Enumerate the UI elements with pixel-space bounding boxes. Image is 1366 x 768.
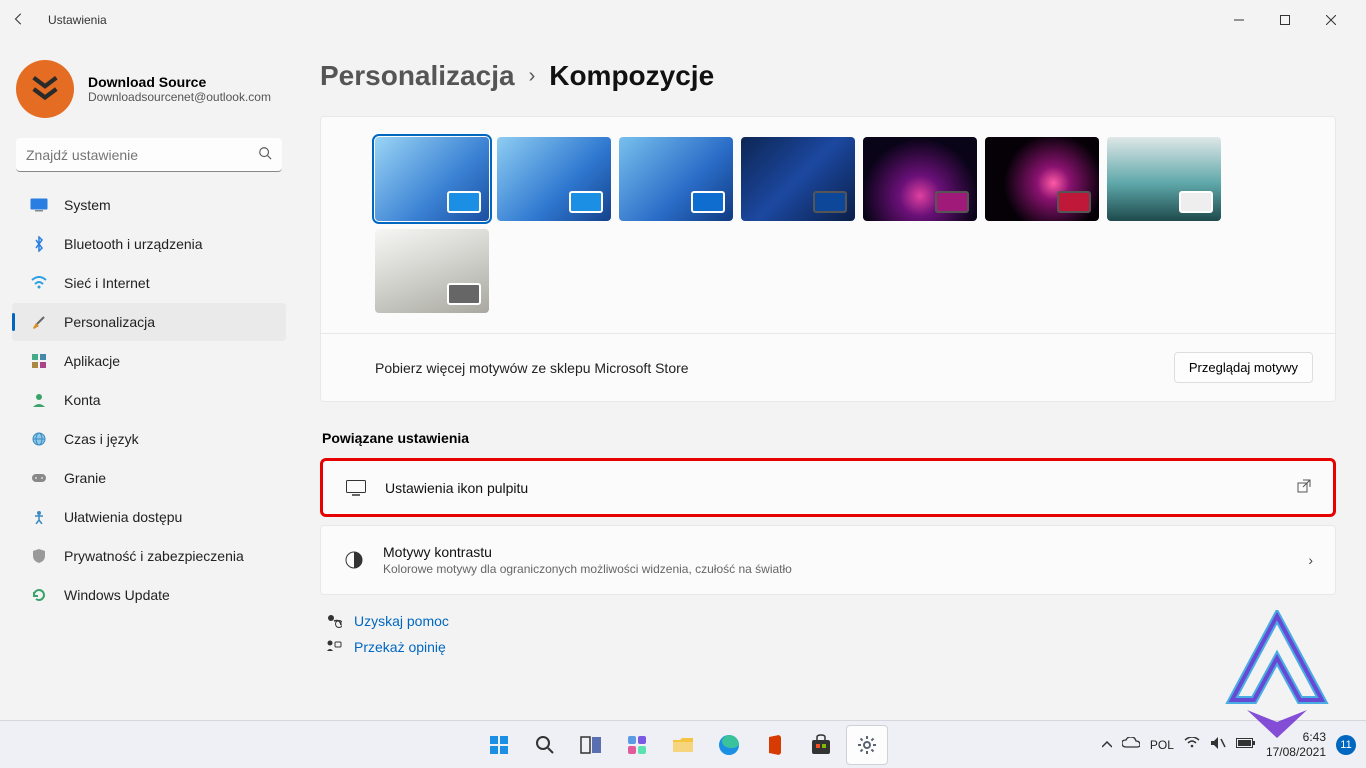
contrast-icon [343, 551, 365, 569]
bluetooth-icon [28, 235, 50, 253]
row-title: Ustawienia ikon pulpitu [385, 480, 1297, 496]
theme-option[interactable] [741, 137, 855, 221]
theme-grid [321, 117, 1335, 334]
system-tray[interactable]: POL 6:43 17/08/2021 11 [1102, 730, 1356, 759]
onedrive-icon[interactable] [1122, 737, 1140, 752]
window-controls [1216, 4, 1354, 36]
row-desc: Kolorowe motywy dla ograniczonych możliw… [383, 562, 1308, 576]
breadcrumb-parent[interactable]: Personalizacja [320, 60, 515, 92]
tray-chevron-icon[interactable] [1102, 738, 1112, 752]
nav-list: System Bluetooth i urządzenia Sieć i Int… [8, 186, 290, 614]
account-email: Downloadsourcenet@outlook.com [88, 90, 271, 104]
nav-windows-update[interactable]: Windows Update [12, 576, 286, 614]
theme-option[interactable] [375, 137, 489, 221]
theme-option[interactable] [497, 137, 611, 221]
accessibility-icon [28, 508, 50, 526]
nav-accessibility[interactable]: Ułatwienia dostępu [12, 498, 286, 536]
theme-option[interactable] [619, 137, 733, 221]
search-input[interactable] [16, 138, 282, 172]
desktop-icon [345, 480, 367, 496]
shield-icon [28, 547, 50, 565]
related-section-title: Powiązane ustawienia [322, 430, 1336, 446]
tray-language[interactable]: POL [1150, 738, 1174, 752]
explorer-button[interactable] [662, 725, 704, 765]
main-content: Personalizacja › Kompozycje Pobierz więc… [300, 40, 1366, 720]
help-link[interactable]: Uzyskaj pomoc [320, 613, 1336, 629]
nav-apps[interactable]: Aplikacje [12, 342, 286, 380]
brush-icon [28, 313, 50, 331]
minimize-button[interactable] [1216, 4, 1262, 36]
battery-tray-icon[interactable] [1236, 737, 1256, 752]
apps-icon [28, 352, 50, 370]
account-name: Download Source [88, 74, 271, 90]
help-icon [320, 613, 348, 629]
feedback-icon [320, 639, 348, 655]
nav-personalization[interactable]: Personalizacja [12, 303, 286, 341]
gamepad-icon [28, 469, 50, 487]
feedback-link[interactable]: Przekaż opinię [320, 639, 1336, 655]
themes-card: Pobierz więcej motywów ze sklepu Microso… [320, 116, 1336, 402]
back-button[interactable] [12, 12, 42, 29]
theme-option[interactable] [375, 229, 489, 313]
office-button[interactable] [754, 725, 796, 765]
store-row: Pobierz więcej motywów ze sklepu Microso… [321, 334, 1335, 401]
system-icon [28, 196, 50, 214]
store-button[interactable] [800, 725, 842, 765]
widgets-button[interactable] [616, 725, 658, 765]
wifi-icon [28, 274, 50, 292]
chevron-right-icon: › [529, 65, 536, 88]
close-button[interactable] [1308, 4, 1354, 36]
edge-button[interactable] [708, 725, 750, 765]
wifi-tray-icon[interactable] [1184, 737, 1200, 752]
help-links: Uzyskaj pomoc Przekaż opinię [320, 613, 1336, 655]
update-icon [28, 586, 50, 604]
external-link-icon [1297, 479, 1311, 496]
tray-clock[interactable]: 6:43 17/08/2021 [1266, 730, 1326, 759]
avatar [16, 60, 74, 118]
search-button[interactable] [524, 725, 566, 765]
account-block[interactable]: Download Source Downloadsourcenet@outloo… [16, 60, 290, 118]
search-icon [258, 146, 272, 163]
nav-accounts[interactable]: Konta [12, 381, 286, 419]
person-icon [28, 391, 50, 409]
titlebar: Ustawienia [0, 0, 1366, 40]
store-label: Pobierz więcej motywów ze sklepu Microso… [375, 360, 689, 376]
notification-badge[interactable]: 11 [1336, 735, 1356, 755]
browse-themes-button[interactable]: Przeglądaj motywy [1174, 352, 1313, 383]
nav-gaming[interactable]: Granie [12, 459, 286, 497]
sidebar: Download Source Downloadsourcenet@outloo… [0, 40, 300, 720]
settings-button[interactable] [846, 725, 888, 765]
theme-option[interactable] [1107, 137, 1221, 221]
taskbar-apps [478, 725, 888, 765]
theme-option[interactable] [985, 137, 1099, 221]
nav-network[interactable]: Sieć i Internet [12, 264, 286, 302]
desktop-icons-row[interactable]: Ustawienia ikon pulpitu [320, 458, 1336, 517]
start-button[interactable] [478, 725, 520, 765]
window-title: Ustawienia [48, 13, 107, 27]
nav-time-language[interactable]: Czas i język [12, 420, 286, 458]
breadcrumb: Personalizacja › Kompozycje [320, 60, 1336, 92]
chevron-right-icon: › [1308, 552, 1313, 568]
theme-option[interactable] [863, 137, 977, 221]
nav-system[interactable]: System [12, 186, 286, 224]
search-box[interactable] [16, 138, 282, 172]
maximize-button[interactable] [1262, 4, 1308, 36]
globe-icon [28, 430, 50, 448]
taskview-button[interactable] [570, 725, 612, 765]
nav-bluetooth[interactable]: Bluetooth i urządzenia [12, 225, 286, 263]
volume-tray-icon[interactable] [1210, 736, 1226, 753]
breadcrumb-current: Kompozycje [549, 60, 714, 92]
contrast-themes-row[interactable]: Motywy kontrastu Kolorowe motywy dla ogr… [320, 525, 1336, 595]
taskbar: POL 6:43 17/08/2021 11 [0, 720, 1366, 768]
avatar-chevrons-icon [28, 72, 62, 106]
row-title: Motywy kontrastu [383, 544, 1308, 560]
nav-privacy[interactable]: Prywatność i zabezpieczenia [12, 537, 286, 575]
